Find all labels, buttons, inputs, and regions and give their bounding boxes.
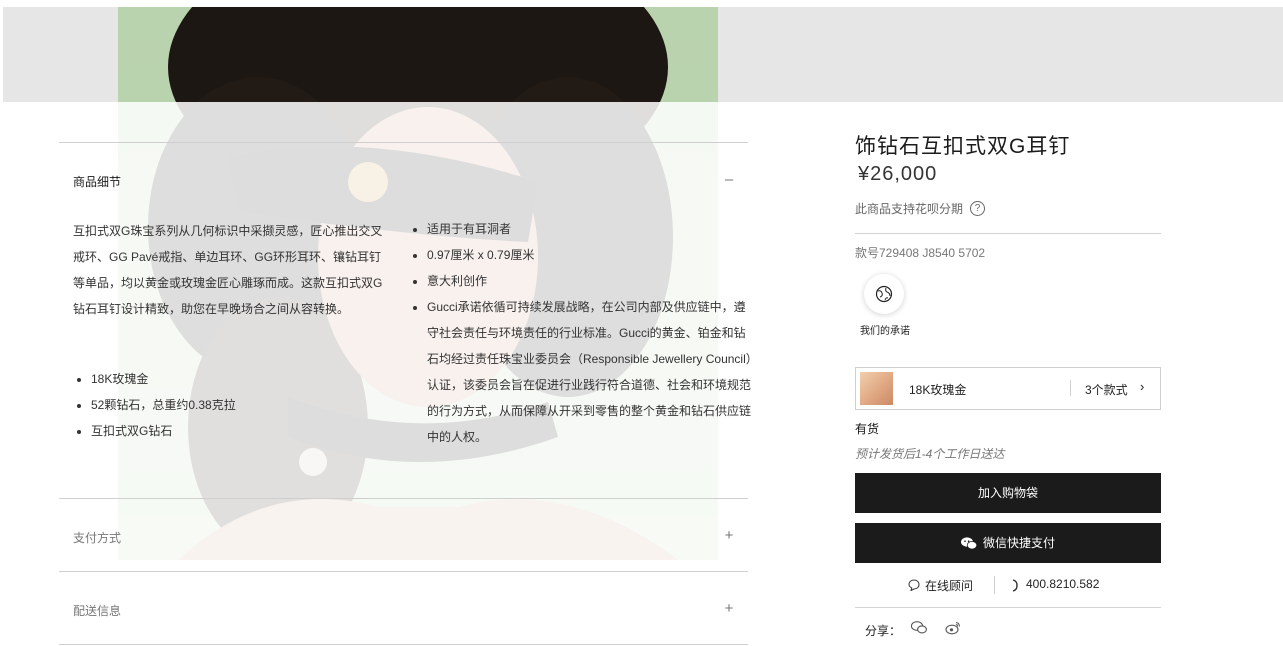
variant-count: 3个款式 [1085, 383, 1128, 397]
divider [1070, 380, 1071, 396]
wechat-icon [960, 537, 977, 550]
divider [855, 607, 1161, 608]
delivery-estimate: 预计发货后1-4个工作日送达 [855, 447, 1005, 461]
help-icon[interactable]: ? [970, 201, 985, 216]
chevron-right-icon: › [1140, 379, 1145, 394]
details-header[interactable]: 商品细节 [73, 173, 121, 190]
globe-icon [875, 285, 893, 303]
divider [59, 142, 748, 143]
promise-label: 我们的承诺 [860, 326, 910, 337]
style-number: 款号729408 J8540 5702 [855, 246, 986, 260]
product-title: 饰钻石互扣式双G耳钉 [855, 135, 1071, 158]
collapse-icon[interactable]: – [722, 171, 736, 188]
list-item: Gucci承诺依循可持续发展战略，在公司内部及供应链中，遵守社会责任与环境责任的… [427, 294, 755, 450]
phone-link[interactable]: 400.8210.582 [1026, 577, 1099, 591]
divider [855, 233, 1161, 234]
divider [59, 644, 748, 645]
expand-icon[interactable]: + [722, 527, 736, 544]
wechat-pay-button[interactable]: 微信快捷支付 [855, 523, 1161, 563]
spec-list: 适用于有耳洞者 0.97厘米 x 0.79厘米 意大利创作 Gucci承诺依循可… [409, 216, 755, 450]
weibo-share-icon[interactable] [945, 621, 961, 635]
list-item: 18K玫瑰金 [91, 366, 236, 392]
variant-swatch [860, 372, 893, 405]
phone-icon [1012, 579, 1018, 592]
shipping-header[interactable]: 配送信息 [73, 602, 121, 619]
divider [59, 498, 748, 499]
divider [994, 576, 995, 594]
list-item: 0.97厘米 x 0.79厘米 [427, 242, 755, 268]
expand-icon[interactable]: + [722, 600, 736, 617]
installment-note: 此商品支持花呗分期 [855, 202, 964, 216]
wechat-pay-label: 微信快捷支付 [982, 536, 1055, 550]
product-description: 互扣式双G珠宝系列从几何标识中采撷灵感，匠心推出交叉戒环、GG Pavé戒指、单… [73, 224, 383, 316]
list-item: 52颗钻石，总重约0.38克拉 [91, 392, 236, 418]
add-to-bag-label: 加入购物袋 [977, 486, 1038, 500]
payment-header[interactable]: 支付方式 [73, 529, 121, 546]
list-item: 意大利创作 [427, 268, 755, 294]
material-list: 18K玫瑰金 52颗钻石，总重约0.38克拉 互扣式双G钻石 [73, 366, 236, 444]
variant-selector[interactable]: 18K玫瑰金 3个款式 › [855, 367, 1161, 410]
list-item: 互扣式双G钻石 [91, 418, 236, 444]
share-label: 分享： [865, 624, 902, 638]
online-advisor-link[interactable]: 在线顾问 [925, 577, 973, 594]
promise-button[interactable] [864, 274, 904, 314]
list-item: 适用于有耳洞者 [427, 216, 755, 242]
wechat-share-icon[interactable] [911, 621, 927, 634]
chat-icon [908, 579, 920, 591]
stock-status: 有货 [855, 422, 880, 436]
add-to-bag-button[interactable]: 加入购物袋 [855, 473, 1161, 513]
divider [59, 571, 748, 572]
variant-name: 18K玫瑰金 [909, 383, 967, 397]
product-price: ¥26,000 [858, 163, 938, 185]
